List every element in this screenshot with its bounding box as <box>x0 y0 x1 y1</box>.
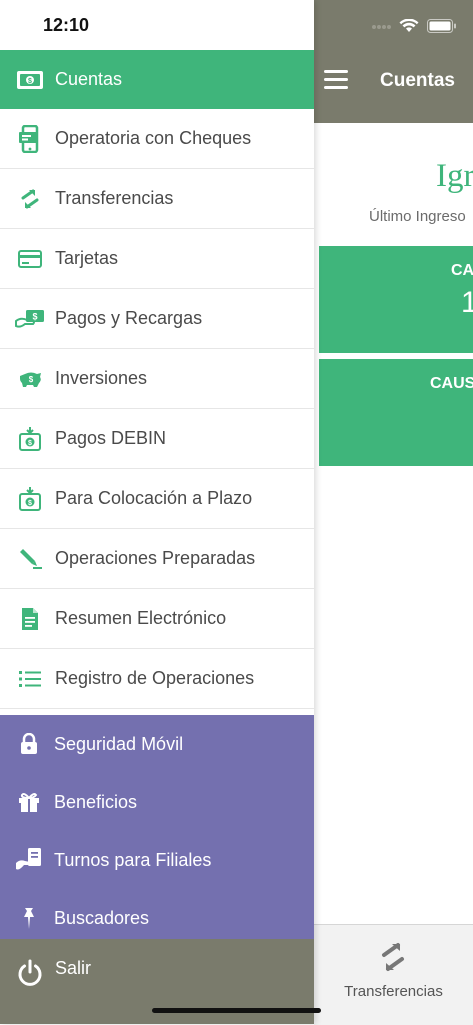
account-card-label: CAUS <box>430 375 473 392</box>
appointment-icon <box>14 845 44 875</box>
transfer-arrows-icon <box>382 943 404 971</box>
menu-item-label: Registro de Operaciones <box>55 668 255 688</box>
list-icon <box>15 664 45 694</box>
menu-item-label: Operaciones Preparadas <box>55 548 256 568</box>
menu-item-label: Resumen Electrónico <box>55 608 227 628</box>
signal-icon <box>372 25 391 29</box>
menu-item-beneficios[interactable]: Beneficios <box>0 773 314 831</box>
accounts-content: Igr Último Ingreso CA 1 CAUS <box>314 123 473 923</box>
document-icon <box>15 604 45 634</box>
menu-item-cheques[interactable]: Operatoria con Cheques <box>0 109 314 169</box>
menu-icon[interactable] <box>324 70 348 90</box>
menu-item-label: Para Colocación a Plazo <box>55 488 253 508</box>
deposit-icon: $ <box>15 484 45 514</box>
menu-item-label: Transferencias <box>55 188 174 208</box>
last-login-text: Último Ingreso <box>369 208 466 225</box>
menu-item-turnos-filiales[interactable]: Turnos para Filiales <box>0 831 314 889</box>
battery-icon <box>427 19 456 33</box>
menu-item-colocacion-plazo[interactable]: $ Para Colocación a Plazo <box>0 469 314 529</box>
menu-item-label: Pagos DEBIN <box>55 428 167 448</box>
menu-item-label: Tarjetas <box>55 248 119 268</box>
debin-icon: $ <box>15 424 45 454</box>
tab-label: Transferencias <box>344 983 443 1000</box>
svg-text:$: $ <box>28 78 32 85</box>
menu-item-label: Seguridad Móvil <box>54 733 184 754</box>
menu-item-seguridad-movil[interactable]: Seguridad Móvil <box>0 715 314 773</box>
piggy-bank-icon: $ <box>15 364 45 394</box>
status-icons <box>371 16 457 36</box>
transfer-arrows-icon <box>15 184 45 214</box>
svg-text:$: $ <box>28 500 32 507</box>
account-card-value: 1 <box>461 286 473 319</box>
menu-item-label: Cuentas <box>55 69 123 89</box>
status-time: 12:10 <box>43 15 90 35</box>
menu-item-operaciones-preparadas[interactable]: Operaciones Preparadas <box>0 529 314 589</box>
bottom-tab-bar: Transferencias <box>314 924 473 1025</box>
menu-item-label: Pagos y Recargas <box>55 308 203 328</box>
menu-item-label: Beneficios <box>54 791 138 812</box>
secondary-menu: Seguridad Móvil Beneficios Turnos para F… <box>0 715 314 939</box>
menu-item-label: Turnos para Filiales <box>54 849 212 870</box>
svg-text:$: $ <box>28 440 32 447</box>
cash-icon: $ <box>15 65 45 95</box>
pin-icon <box>14 903 44 933</box>
account-card-label: CA <box>451 262 473 279</box>
menu-item-label: Operatoria con Cheques <box>55 128 252 148</box>
account-card[interactable]: CA 1 <box>319 246 473 353</box>
gift-icon <box>14 787 44 817</box>
svg-text:$: $ <box>29 375 34 384</box>
ingresos-title: Igr <box>436 158 473 194</box>
home-indicator[interactable] <box>152 1008 321 1013</box>
power-icon <box>18 959 42 986</box>
pencil-icon <box>15 544 45 574</box>
menu-item-transferencias[interactable]: Transferencias <box>0 169 314 229</box>
menu-item-tarjetas[interactable]: Tarjetas <box>0 229 314 289</box>
account-card[interactable]: CAUS <box>319 359 473 466</box>
tab-transferencias[interactable]: Transferencias <box>314 925 473 1025</box>
menu-item-resumen-electronico[interactable]: Resumen Electrónico <box>0 589 314 649</box>
credit-card-icon <box>15 244 45 274</box>
wifi-icon <box>399 19 419 32</box>
menu-item-cuentas[interactable]: $ Cuentas <box>0 50 314 109</box>
menu-item-registro-operaciones[interactable]: Registro de Operaciones <box>0 649 314 709</box>
menu-item-inversiones[interactable]: $ Inversiones <box>0 349 314 409</box>
check-phone-icon <box>15 124 45 154</box>
lock-icon <box>14 729 44 759</box>
drawer-menu: $ Cuentas Operatoria con Cheques Transfe… <box>0 50 314 709</box>
logout-label: Salir <box>55 958 92 978</box>
menu-item-label: Inversiones <box>55 368 148 388</box>
menu-item-pagos-recargas[interactable]: $ Pagos y Recargas <box>0 289 314 349</box>
side-drawer: 12:10 $ Cuentas Operatoria con Cheques T… <box>0 0 314 1024</box>
svg-text:$: $ <box>32 311 37 321</box>
menu-item-label: Buscadores <box>54 907 150 928</box>
page-title: Cuentas <box>380 70 455 91</box>
menu-item-pagos-debin[interactable]: $ Pagos DEBIN <box>0 409 314 469</box>
payment-hand-icon: $ <box>15 304 45 334</box>
